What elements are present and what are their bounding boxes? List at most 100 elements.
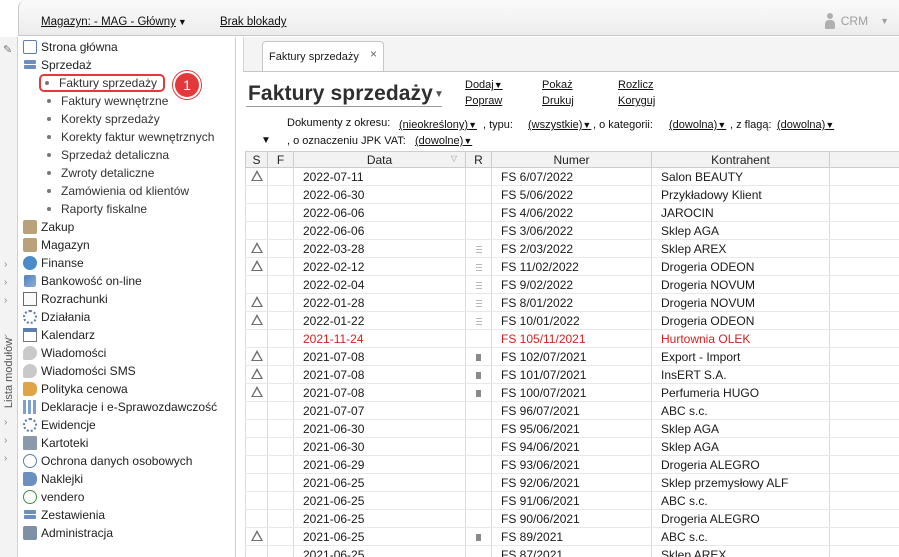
- store-selector[interactable]: Magazyn: - MAG - Główny ▼: [41, 16, 187, 28]
- table-row[interactable]: 2022-01-28 FS 8/01/2022 Drogeria NOVUM: [245, 293, 899, 312]
- nav-item-purchase[interactable]: Zakup: [23, 218, 74, 236]
- table-row[interactable]: 2021-07-08 FS 101/07/2021 InsERT S.A.: [245, 365, 899, 384]
- chevron-right-icon[interactable]: ›: [4, 295, 7, 306]
- nav-item-records[interactable]: Ewidencje: [23, 416, 96, 434]
- column-header-f[interactable]: F: [267, 151, 294, 168]
- table-row[interactable]: 2022-02-04 FS 9/02/2022 Drogeria NOVUM: [245, 275, 899, 294]
- nav-item-bank[interactable]: Bankowość on-line: [23, 272, 142, 290]
- chevron-right-icon[interactable]: ›: [4, 259, 7, 270]
- nav-item-label: Rozrachunki: [41, 292, 108, 306]
- add-button[interactable]: Dodaj▼: [465, 79, 503, 91]
- flag-selector[interactable]: (dowolna)▼: [777, 119, 834, 131]
- cell-contractor: JAROCIN: [651, 203, 830, 222]
- nav-item-calendar[interactable]: Kalendarz: [23, 326, 95, 344]
- column-header-date[interactable]: Data ▽: [293, 151, 466, 168]
- jpk-selector[interactable]: (dowolne)▼: [415, 135, 472, 147]
- column-header-v[interactable]: V: [829, 151, 899, 168]
- cell-v: [829, 203, 899, 222]
- column-header-contractor[interactable]: Kontrahent: [651, 151, 830, 168]
- nav-item-finance[interactable]: Finanse: [23, 254, 84, 272]
- expand-filters-icon[interactable]: ▼: [261, 135, 271, 146]
- table-row[interactable]: 2021-06-25 FS 91/06/2021 ABC s.c.: [245, 491, 899, 510]
- page-title[interactable]: Faktury sprzedaży▼: [248, 82, 444, 106]
- nav-item-warehouse[interactable]: Magazyn: [23, 236, 90, 254]
- nav-sub-internal-invoices[interactable]: Faktury wewnętrzne: [47, 92, 168, 110]
- table-row[interactable]: 2022-06-06 FS 4/06/2022 JAROCIN: [245, 203, 899, 222]
- nav-item-actions[interactable]: Działania: [23, 308, 90, 326]
- content-area: Faktury sprzedaży × Faktury sprzedaży▼ D…: [237, 37, 899, 557]
- chevron-right-icon[interactable]: ›: [4, 453, 7, 464]
- table-row[interactable]: 2021-06-25 FS 92/06/2021 Sklep przemysłowy…: [245, 473, 899, 492]
- nav-sub-sales-corrections[interactable]: Korekty sprzedaży: [47, 110, 160, 128]
- pin-icon[interactable]: ✎: [3, 43, 15, 56]
- cell-register: [465, 401, 492, 420]
- table-row[interactable]: 2021-06-29 FS 93/06/2021 Drogeria ALEGRO: [245, 455, 899, 474]
- type-selector[interactable]: (wszystkie)▼: [528, 119, 591, 131]
- print-button[interactable]: Drukuj: [542, 95, 574, 107]
- table-row[interactable]: 2022-03-28 FS 2/03/2022 Sklep AREX: [245, 239, 899, 258]
- nav-item-stickers[interactable]: Naklejki: [23, 470, 83, 488]
- table-row[interactable]: 2022-07-11 FS 6/07/2022 Salon BEAUTY: [245, 167, 899, 186]
- table-row[interactable]: 2021-06-25 FS 87/2021 Sklep AREX: [245, 545, 899, 557]
- column-header-r[interactable]: R: [465, 151, 492, 168]
- table-row[interactable]: 2021-07-07 FS 96/07/2021 ABC s.c.: [245, 401, 899, 420]
- nav-sub-retail-sales[interactable]: Sprzedaż detaliczna: [47, 146, 169, 164]
- nav-item-messages[interactable]: Wiadomości: [23, 344, 106, 362]
- crm-person-icon: [823, 13, 837, 29]
- close-icon[interactable]: ×: [370, 47, 377, 61]
- correct-button[interactable]: Koryguj: [618, 95, 655, 107]
- nav-sub-fiscal-reports[interactable]: Raporty fiskalne: [47, 200, 147, 218]
- edit-button[interactable]: Popraw: [465, 95, 502, 107]
- table-row[interactable]: 2021-06-25 FS 89/2021 ABC s.c.: [245, 527, 899, 546]
- nav-item-files[interactable]: Kartoteki: [23, 434, 88, 452]
- nav-item-label: Finanse: [41, 256, 84, 270]
- table-row[interactable]: 2022-06-30 FS 5/06/2022 Przykładowy Klient: [245, 185, 899, 204]
- nav-item-reports[interactable]: Zestawienia: [23, 506, 105, 524]
- nav-item-declarations[interactable]: Deklaracje i e-Sprawozdawczość: [23, 398, 217, 416]
- chevron-down-icon: ▼: [825, 120, 835, 130]
- cell-v: [829, 293, 899, 312]
- nav-sub-internal-corrections[interactable]: Korekty faktur wewnętrznych: [47, 128, 214, 146]
- nav-sub-customer-orders[interactable]: Zamówienia od klientów: [47, 182, 189, 200]
- lock-status-link[interactable]: Brak blokady: [220, 16, 286, 28]
- fiscal-block-icon: [476, 353, 481, 361]
- nav-item-sms[interactable]: Wiadomości SMS: [23, 362, 136, 380]
- table-row[interactable]: 2022-06-06 FS 3/06/2022 Sklep AGA: [245, 221, 899, 240]
- cell-v: [829, 257, 899, 276]
- table-row[interactable]: 2021-06-30 FS 95/06/2021 Sklep AGA: [245, 419, 899, 438]
- cell-number: FS 91/06/2021: [491, 491, 652, 510]
- period-selector[interactable]: (nieokreślony)▼: [399, 119, 477, 131]
- nav-item-sales[interactable]: Sprzedaż: [23, 56, 92, 74]
- cell-contractor: Sklep AGA: [651, 437, 830, 456]
- nav-item-privacy[interactable]: Ochrona danych osobowych: [23, 452, 192, 470]
- nav-sub-sales-invoices[interactable]: Faktury sprzedaży: [39, 74, 166, 92]
- table-row[interactable]: 2021-07-08 FS 100/07/2021 Perfumeria HUGO: [245, 383, 899, 402]
- nav-item-admin[interactable]: Administracja: [23, 524, 113, 542]
- nav-item-vendero[interactable]: vendero: [23, 488, 84, 506]
- module-list-strip[interactable]: ✎ › › › › Lista modułów › › ›: [0, 37, 18, 557]
- column-header-s[interactable]: S: [245, 151, 268, 168]
- chevron-right-icon[interactable]: ›: [4, 277, 7, 288]
- category-selector[interactable]: (dowolna)▼: [669, 119, 726, 131]
- table-row[interactable]: 2021-11-24 FS 105/11/2021 Hurtownia OLEK: [245, 329, 899, 348]
- fiscal-block-icon: [476, 533, 481, 541]
- cell-v: [829, 419, 899, 438]
- table-row[interactable]: 2021-06-30 FS 94/06/2021 Sklep AGA: [245, 437, 899, 456]
- tab-sales-invoices[interactable]: Faktury sprzedaży ×: [262, 41, 384, 71]
- chevron-right-icon[interactable]: ›: [4, 417, 7, 428]
- column-header-number[interactable]: Numer: [491, 151, 652, 168]
- chevron-right-icon[interactable]: ›: [4, 435, 7, 446]
- nav-sub-retail-returns[interactable]: Zwroty detaliczne: [47, 164, 154, 182]
- cell-number: FS 100/07/2021: [491, 383, 652, 402]
- settle-button[interactable]: Rozlicz: [618, 79, 653, 91]
- crm-button[interactable]: CRM ▼: [823, 13, 889, 29]
- table-row[interactable]: 2022-01-22 FS 10/01/2022 Drogeria ODEON: [245, 311, 899, 330]
- nav-item-home[interactable]: Strona główna: [23, 38, 118, 56]
- cell-number: FS 11/02/2022: [491, 257, 652, 276]
- nav-item-pricing[interactable]: Polityka cenowa: [23, 380, 128, 398]
- table-row[interactable]: 2021-06-25 FS 90/06/2021 Drogeria ALEGRO: [245, 509, 899, 528]
- table-row[interactable]: 2021-07-08 FS 102/07/2021 Export - Import: [245, 347, 899, 366]
- nav-item-settlements[interactable]: Rozrachunki: [23, 290, 108, 308]
- show-button[interactable]: Pokaż: [542, 79, 573, 91]
- table-row[interactable]: 2022-02-12 FS 11/02/2022 Drogeria ODEON: [245, 257, 899, 276]
